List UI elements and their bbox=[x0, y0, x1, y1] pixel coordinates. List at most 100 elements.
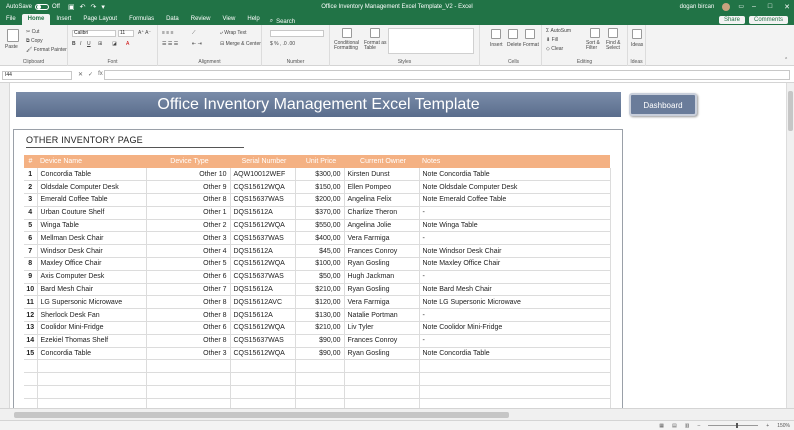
format-cells-icon[interactable] bbox=[525, 29, 535, 39]
find-select-icon[interactable] bbox=[608, 28, 618, 38]
cell-empty[interactable] bbox=[24, 359, 38, 374]
cell-row-number[interactable]: 4 bbox=[24, 206, 38, 220]
cell-current-owner[interactable]: Ellen Pompeo bbox=[344, 180, 420, 195]
cell-row-number[interactable]: 6 bbox=[24, 231, 38, 246]
cell-device-name[interactable]: Concordia Table bbox=[37, 168, 147, 182]
cell-empty[interactable] bbox=[37, 359, 147, 374]
collapse-ribbon-icon[interactable]: ⌃ bbox=[784, 57, 788, 63]
merge-center-button[interactable]: ⊟ Merge & Center bbox=[220, 41, 261, 47]
function-icon[interactable]: fx bbox=[98, 71, 103, 78]
avatar[interactable] bbox=[722, 2, 731, 11]
cell-current-owner[interactable]: Angelina Jolie bbox=[344, 219, 420, 233]
align-top-icon[interactable]: ≡ ≡ ≡ bbox=[162, 30, 174, 36]
horizontal-scroll-thumb[interactable] bbox=[14, 412, 509, 418]
cell-unit-price[interactable]: $210,00 bbox=[295, 321, 345, 335]
zoom-out-icon[interactable]: – bbox=[698, 423, 701, 429]
cell-notes[interactable]: Note LG Supersonic Microwave bbox=[419, 295, 611, 310]
number-format-select[interactable] bbox=[270, 30, 324, 37]
fill-color-icon[interactable]: ◪ bbox=[112, 41, 117, 47]
cell-current-owner[interactable]: Frances Conroy bbox=[344, 334, 420, 348]
cell-row-number[interactable]: 10 bbox=[24, 283, 38, 297]
cell-notes[interactable]: Note Winga Table bbox=[419, 219, 611, 233]
row-headers[interactable] bbox=[0, 83, 10, 408]
cell-empty[interactable] bbox=[37, 385, 147, 399]
ribbon-display-icon[interactable]: ▭ bbox=[738, 3, 744, 10]
zoom-in-icon[interactable]: + bbox=[766, 423, 769, 429]
tell-me-search[interactable]: ⌕ Search bbox=[270, 18, 295, 25]
cell-current-owner[interactable]: Ryan Gosling bbox=[344, 347, 420, 361]
save-icon[interactable]: ▣ bbox=[68, 3, 75, 11]
cell-empty[interactable] bbox=[295, 372, 345, 387]
cell-device-type[interactable]: Other 8 bbox=[146, 334, 231, 348]
cell-current-owner[interactable]: Vera Farmiga bbox=[344, 295, 420, 310]
underline-icon[interactable]: U bbox=[87, 41, 91, 47]
cell-row-number[interactable]: 7 bbox=[24, 244, 38, 259]
font-size-select[interactable]: 11 bbox=[118, 30, 134, 37]
font-color-icon[interactable]: A bbox=[126, 41, 129, 47]
delete-button[interactable]: Delete bbox=[507, 42, 521, 48]
cell-serial-number[interactable]: DQS15612A bbox=[230, 283, 296, 297]
cell-unit-price[interactable]: $300,00 bbox=[295, 168, 345, 182]
cell-device-type[interactable]: Other 10 bbox=[146, 168, 231, 182]
maximize-icon[interactable]: □ bbox=[768, 3, 772, 11]
cell-notes[interactable]: - bbox=[419, 308, 611, 323]
cell-serial-number[interactable]: AQW10012WEF bbox=[230, 168, 296, 182]
cell-empty[interactable] bbox=[344, 359, 420, 374]
insert-cells-icon[interactable] bbox=[491, 29, 501, 39]
name-box[interactable]: I44 bbox=[2, 71, 72, 80]
sort-filter-icon[interactable] bbox=[590, 28, 600, 38]
cell-empty[interactable] bbox=[230, 372, 296, 387]
cell-device-name[interactable]: LG Supersonic Microwave bbox=[37, 295, 147, 310]
close-icon[interactable]: ✕ bbox=[784, 3, 790, 11]
redo-icon[interactable]: ↷ bbox=[90, 3, 96, 11]
font-size-grow-icon[interactable]: A⁺ A⁻ bbox=[138, 30, 151, 36]
wrap-text-button[interactable]: ⤶ Wrap Text bbox=[220, 30, 247, 36]
cell-unit-price[interactable]: $550,00 bbox=[295, 219, 345, 233]
ideas-icon[interactable] bbox=[632, 29, 642, 39]
conditional-formatting-icon[interactable] bbox=[342, 28, 352, 38]
cell-device-name[interactable]: Ezekiel Thomas Shelf bbox=[37, 334, 147, 348]
cell-device-type[interactable]: Other 8 bbox=[146, 295, 231, 310]
cell-serial-number[interactable]: DQS15612A bbox=[230, 308, 296, 323]
customize-qat-icon[interactable]: ▾ bbox=[101, 3, 105, 11]
cell-unit-price[interactable]: $400,00 bbox=[295, 231, 345, 246]
cell-notes[interactable]: Note Concordia Table bbox=[419, 168, 611, 182]
cut-button[interactable]: ✂ Cut bbox=[26, 29, 39, 35]
tab-help[interactable]: Help bbox=[241, 14, 265, 25]
cell-row-number[interactable]: 13 bbox=[24, 321, 38, 335]
cell-notes[interactable]: Note Concordia Table bbox=[419, 347, 611, 361]
header-notes[interactable]: Notes bbox=[419, 155, 610, 168]
cell-serial-number[interactable]: CQS15612WQA bbox=[230, 347, 296, 361]
cell-device-type[interactable]: Other 5 bbox=[146, 257, 231, 271]
cell-empty[interactable] bbox=[295, 385, 345, 399]
cell-row-number[interactable]: 1 bbox=[24, 168, 38, 182]
cell-current-owner[interactable]: Vera Farmiga bbox=[344, 231, 420, 246]
cell-device-type[interactable]: Other 8 bbox=[146, 193, 231, 207]
cell-device-type[interactable]: Other 3 bbox=[146, 347, 231, 361]
cell-unit-price[interactable]: $45,00 bbox=[295, 244, 345, 259]
number-format-icons[interactable]: $ % ‚ .0 .00 bbox=[270, 41, 295, 47]
formula-input[interactable] bbox=[104, 70, 790, 80]
paste-icon[interactable] bbox=[7, 29, 19, 42]
cell-current-owner[interactable]: Hugh Jackman bbox=[344, 270, 420, 284]
format-button[interactable]: Format bbox=[523, 42, 539, 48]
cell-device-type[interactable]: Other 3 bbox=[146, 231, 231, 246]
cell-serial-number[interactable]: DQS15612AVC bbox=[230, 295, 296, 310]
vertical-scrollbar[interactable] bbox=[786, 83, 794, 408]
cell-device-type[interactable]: Other 9 bbox=[146, 180, 231, 195]
cell-notes[interactable]: - bbox=[419, 231, 611, 246]
fill-button[interactable]: ⬇ Fill bbox=[546, 37, 558, 43]
copy-button[interactable]: ⧉ Copy bbox=[26, 38, 43, 44]
cell-row-number[interactable]: 8 bbox=[24, 257, 38, 271]
cell-current-owner[interactable]: Ryan Gosling bbox=[344, 257, 420, 271]
cell-empty[interactable] bbox=[230, 385, 296, 399]
tab-review[interactable]: Review bbox=[185, 14, 217, 25]
undo-icon[interactable]: ↶ bbox=[80, 3, 86, 11]
tab-home[interactable]: Home bbox=[21, 14, 51, 25]
cell-device-name[interactable]: Bard Mesh Chair bbox=[37, 283, 147, 297]
tab-file[interactable]: File bbox=[0, 14, 22, 25]
cell-empty[interactable] bbox=[230, 359, 296, 374]
cell-device-type[interactable]: Other 7 bbox=[146, 283, 231, 297]
cell-row-number[interactable]: 11 bbox=[24, 295, 38, 310]
cell-unit-price[interactable]: $130,00 bbox=[295, 308, 345, 323]
